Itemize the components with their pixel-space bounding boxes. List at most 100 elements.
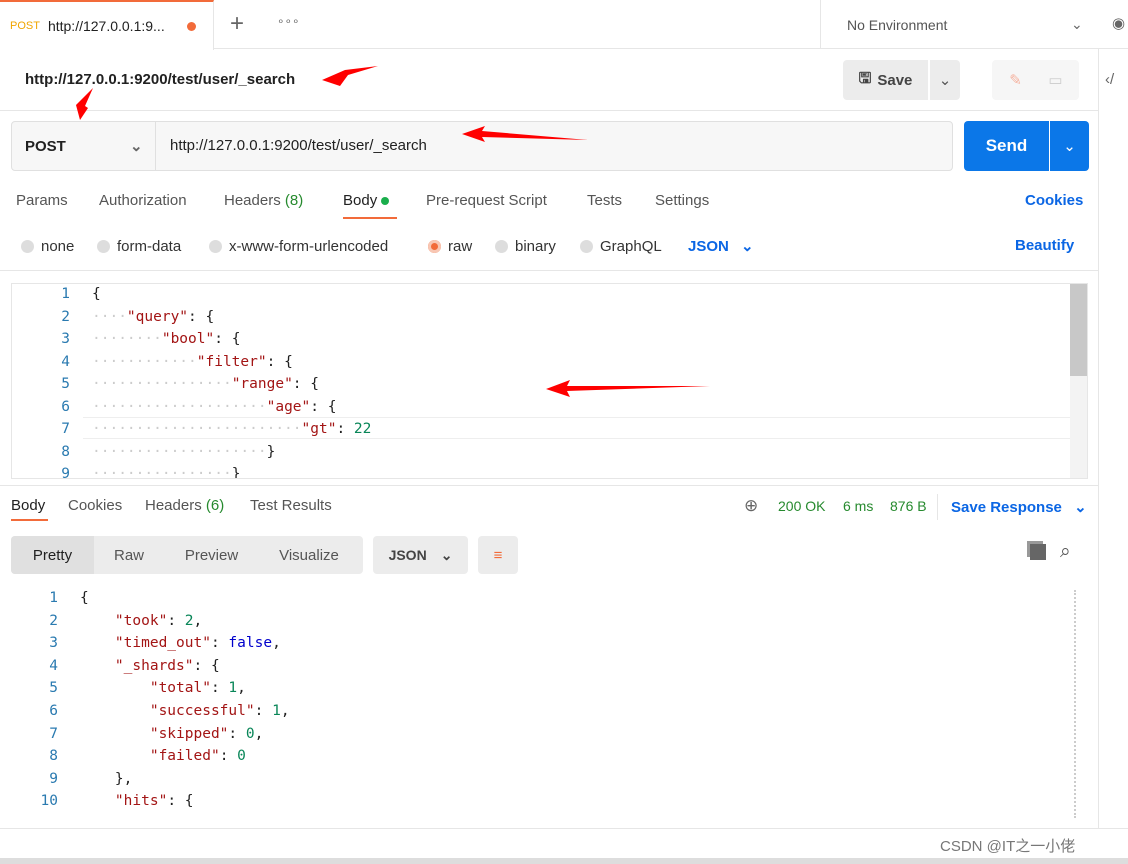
tab-settings[interactable]: Settings (655, 192, 709, 209)
code-line: 5 "total": 1, (0, 680, 246, 696)
response-body-viewer[interactable]: 1{2 "took": 2, 3 "timed_out": false, 4 "_s… (0, 588, 1080, 818)
code-line: 3 ········"bool": { (12, 331, 240, 347)
code-line: 5 ················"range": { (12, 376, 319, 392)
request-name[interactable]: http://127.0.0.1:9200/test/user/_search (25, 71, 295, 88)
code-token: "hits" (114, 793, 168, 810)
body-format-select[interactable]: JSON ⌄ (688, 237, 754, 255)
line-number: 9 (49, 770, 58, 787)
request-tab[interactable]: POST http://127.0.0.1:9... (0, 0, 214, 50)
copy-icon[interactable] (1030, 544, 1046, 560)
code-token: "_shards" (114, 657, 194, 674)
radio-graphql[interactable]: GraphQL (580, 238, 662, 255)
resp-tab-tests[interactable]: Test Results (250, 497, 332, 514)
code-token: false (228, 635, 273, 652)
line-number: 7 (61, 421, 70, 437)
method-select[interactable]: POST ⌄ (12, 122, 156, 170)
code-token: } (266, 443, 276, 460)
status-code[interactable]: 200 OK (778, 498, 825, 514)
save-button[interactable]: 🖫 Save (843, 60, 928, 100)
code-token: : { (292, 376, 319, 392)
response-time[interactable]: 6 ms (843, 498, 873, 514)
url-input[interactable]: http://127.0.0.1:9200/test/user/_search (170, 137, 427, 154)
tab-prerequest[interactable]: Pre-request Script (426, 192, 547, 209)
tab-headers[interactable]: Headers (8) (224, 192, 303, 209)
send-options-button[interactable]: ⌄ (1050, 121, 1089, 171)
code-line: 4 "_shards": { (0, 657, 219, 674)
chevron-down-icon: ⌄ (741, 238, 754, 255)
globe-icon[interactable]: ⊕ (744, 496, 758, 516)
code-token: : { (188, 308, 215, 325)
environment-select[interactable]: No Environment ⌄ (820, 0, 1100, 49)
code-line: 1{ (12, 286, 100, 302)
tab-body[interactable]: Body (343, 192, 390, 209)
code-token: , (237, 680, 246, 697)
view-tab-raw[interactable]: Raw (94, 536, 164, 574)
more-tabs-icon[interactable]: ∘∘∘ (277, 14, 300, 28)
code-token: 1 (272, 703, 281, 719)
environment-label: No Environment (847, 16, 948, 33)
line-number: 8 (49, 748, 58, 765)
request-body-editor[interactable]: 1{ 2 ····"query": { 3 ········"bool": { 4 ····… (11, 283, 1088, 479)
response-format-select[interactable]: JSON ⌄ (373, 536, 468, 574)
view-tab-preview[interactable]: Preview (164, 536, 259, 574)
response-size[interactable]: 876 B (890, 498, 927, 514)
save-response-button[interactable]: Save Response ⌄ (951, 498, 1087, 516)
headers-count: (8) (284, 192, 304, 209)
radio-urlencoded[interactable]: x-www-form-urlencoded (209, 238, 388, 255)
view-tab-pretty[interactable]: Pretty (11, 536, 94, 574)
active-dot-icon (381, 197, 390, 205)
code-line: 8 ····················} (12, 444, 275, 460)
line-number: 9 (61, 466, 70, 479)
resp-tab-headers[interactable]: Headers (6) (145, 497, 224, 514)
code-token: 2 (184, 612, 194, 629)
code-line: 9 }, (0, 771, 132, 787)
save-options-button[interactable]: ⌄ (930, 60, 960, 100)
code-icon[interactable]: ‹/ (1105, 71, 1128, 88)
pencil-icon[interactable]: ✎ (996, 71, 1036, 89)
tab-label: Headers (224, 192, 281, 209)
code-token: : { (310, 398, 337, 415)
comment-icon[interactable]: ▭ (1036, 71, 1076, 89)
radio-raw[interactable]: raw (428, 238, 472, 255)
code-token: 0 (237, 748, 246, 765)
radio-binary[interactable]: binary (495, 238, 556, 255)
chevron-down-icon: ⌄ (1074, 499, 1087, 516)
view-tab-visualize[interactable]: Visualize (259, 536, 359, 574)
radio-icon (209, 240, 222, 253)
line-number: 4 (49, 657, 58, 674)
code-token: : (167, 612, 185, 629)
tab-params[interactable]: Params (16, 192, 68, 209)
resp-tab-cookies[interactable]: Cookies (68, 497, 122, 514)
response-scrollbar[interactable] (1074, 590, 1084, 818)
radio-icon (495, 240, 508, 253)
cookies-link[interactable]: Cookies (1025, 192, 1083, 209)
beautify-button[interactable]: Beautify (1015, 237, 1074, 254)
chevron-down-icon: ⌄ (1071, 16, 1083, 32)
line-number: 2 (61, 308, 70, 325)
code-line: 8 "failed": 0 (0, 748, 246, 764)
editor-scrollbar[interactable] (1070, 284, 1087, 478)
code-token: "total" (149, 680, 211, 697)
radio-label: binary (515, 238, 556, 255)
code-line: 4 ············"filter": { (12, 354, 293, 370)
eye-icon[interactable]: ◉ (1112, 14, 1125, 32)
radio-form-data[interactable]: form-data (97, 238, 181, 255)
code-token: : { (266, 353, 293, 370)
code-line: 10 "hits": { (0, 793, 194, 809)
tab-authorization[interactable]: Authorization (99, 192, 187, 209)
wrap-lines-icon[interactable]: ≡ (478, 536, 518, 574)
tab-tests[interactable]: Tests (587, 192, 622, 209)
unsaved-dot-icon (186, 21, 196, 31)
search-icon[interactable]: ⌕ (1060, 541, 1071, 563)
code-token: , (280, 703, 290, 719)
line-number: 8 (61, 443, 70, 460)
line-number: 6 (61, 398, 70, 415)
arrow-annotation (322, 66, 378, 86)
new-tab-button[interactable]: + (230, 10, 244, 38)
send-button[interactable]: Send (964, 121, 1049, 171)
resp-tab-body[interactable]: Body (11, 497, 45, 514)
code-token: : { (214, 331, 241, 347)
radio-label: raw (448, 238, 473, 255)
radio-none[interactable]: none (21, 238, 74, 255)
code-line: 2 ····"query": { (12, 309, 214, 325)
